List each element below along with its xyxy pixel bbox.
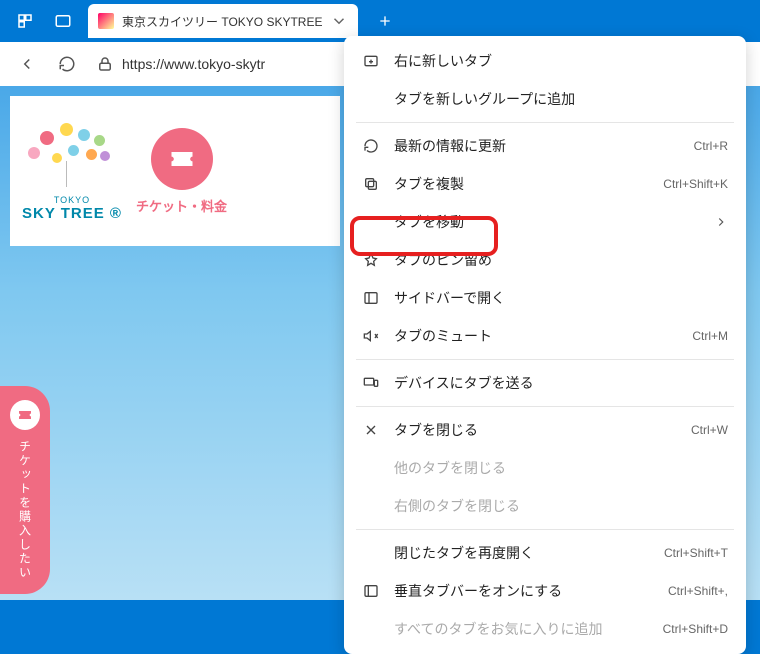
lock-icon (96, 55, 114, 73)
site-logo[interactable]: TOKYO SKY TREE ® (22, 121, 122, 222)
sidebar-icon (362, 289, 380, 307)
side-badge-text: チケットを購入したい (17, 440, 34, 580)
tab-chevron-icon[interactable] (330, 12, 348, 30)
ctx-new-tab-right[interactable]: 右に新しいタブ (344, 42, 746, 80)
browser-tab[interactable]: 東京スカイツリー TOKYO SKYTREE (88, 4, 358, 38)
separator (356, 359, 734, 360)
pin-icon (362, 251, 380, 269)
ticket-icon (151, 128, 213, 190)
ctx-close-right: 右側のタブを閉じる (344, 487, 746, 525)
header-card: TOKYO SKY TREE ® チケット・料金 (10, 96, 340, 246)
workspaces-icon[interactable] (8, 4, 42, 38)
url-text: https://www.tokyo-skytr (122, 56, 265, 72)
side-ticket-badge[interactable]: チケットを購入したい (0, 386, 50, 594)
separator (356, 406, 734, 407)
tab-favicon (98, 13, 114, 29)
chevron-right-icon (714, 215, 728, 229)
ctx-mute-tab[interactable]: タブのミュート Ctrl+M (344, 317, 746, 355)
ctx-close-tab[interactable]: タブを閉じる Ctrl+W (344, 411, 746, 449)
mute-icon (362, 327, 380, 345)
devices-icon (362, 374, 380, 392)
ctx-close-other: 他のタブを閉じる (344, 449, 746, 487)
refresh-icon (362, 137, 380, 155)
ctx-duplicate[interactable]: タブを複製 Ctrl+Shift+K (344, 165, 746, 203)
back-button[interactable] (10, 47, 44, 81)
close-icon (362, 421, 380, 439)
ctx-open-sidebar[interactable]: サイドバーで開く (344, 279, 746, 317)
logo-text-main: SKY TREE ® (22, 205, 122, 222)
balloons-icon (22, 121, 122, 191)
new-tab-button[interactable] (370, 6, 400, 36)
ticket-small-icon (10, 400, 40, 430)
ctx-fav-all: すべてのタブをお気に入りに追加 Ctrl+Shift+D (344, 610, 746, 648)
address-bar[interactable]: https://www.tokyo-skytr (96, 55, 265, 73)
ticket-button[interactable]: チケット・料金 (136, 128, 227, 215)
refresh-button[interactable] (50, 47, 84, 81)
ctx-move-tab[interactable]: タブを移動 (344, 203, 746, 241)
separator (356, 529, 734, 530)
logo-text-small: TOKYO (54, 195, 90, 205)
tab-title: 東京スカイツリー TOKYO SKYTREE (122, 13, 322, 30)
ctx-send-device[interactable]: デバイスにタブを送る (344, 364, 746, 402)
vertical-tabs-icon (362, 582, 380, 600)
new-tab-icon (362, 52, 380, 70)
ctx-pin-tab[interactable]: タブのピン留め (344, 241, 746, 279)
ctx-vertical-tabs[interactable]: 垂直タブバーをオンにする Ctrl+Shift+, (344, 572, 746, 610)
separator (356, 122, 734, 123)
tab-context-menu: 右に新しいタブ タブを新しいグループに追加 最新の情報に更新 Ctrl+R タブ… (344, 36, 746, 654)
ticket-label: チケット・料金 (136, 196, 227, 215)
ctx-refresh[interactable]: 最新の情報に更新 Ctrl+R (344, 127, 746, 165)
duplicate-icon (362, 175, 380, 193)
ctx-reopen-closed[interactable]: 閉じたタブを再度開く Ctrl+Shift+T (344, 534, 746, 572)
tab-actions-icon[interactable] (46, 4, 80, 38)
ctx-add-group[interactable]: タブを新しいグループに追加 (344, 80, 746, 118)
